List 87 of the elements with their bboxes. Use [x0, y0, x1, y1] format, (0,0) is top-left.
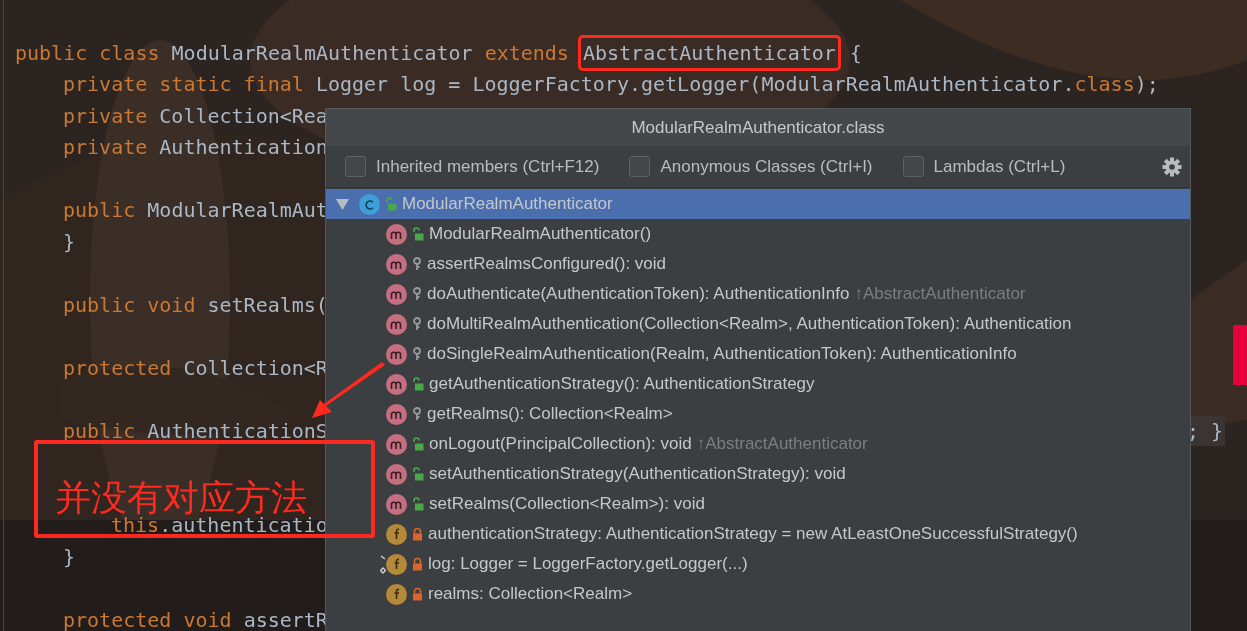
method-icon — [386, 343, 407, 365]
padlock-icon — [412, 527, 423, 541]
structure-tree-item[interactable]: doMultiRealmAuthentication(Collection<Realm>, AuthenticationToken): Authentication — [326, 309, 1190, 339]
method-icon — [386, 283, 407, 305]
unlocked-padlock-icon — [385, 197, 397, 211]
key-icon — [412, 347, 422, 361]
code-token: protected — [63, 354, 173, 382]
method-icon — [386, 433, 407, 455]
key-icon — [412, 257, 422, 271]
structure-tree-item[interactable]: setRealms(Collection<Realm>): void — [326, 489, 1190, 519]
code-token: private static final — [63, 71, 305, 99]
structure-tree-item[interactable]: assertRealmsConfigured(): void — [326, 249, 1190, 279]
structure-tree-item[interactable]: doAuthenticate(AuthenticationToken): AuthenticationInfo ↑AbstractAuthenticator — [326, 279, 1190, 309]
member-signature: log: Logger = LoggerFactory.getLogger(...) — [428, 553, 748, 576]
padlock-icon — [412, 557, 423, 571]
code-token: Logger log = LoggerFactory.getLogger(ModularRealmAuthenticator. — [315, 71, 1075, 99]
expand-triangle-icon[interactable] — [336, 198, 349, 210]
unlocked-padlock-icon — [412, 377, 424, 391]
unlocked-padlock-icon — [412, 227, 424, 241]
code-token: ModularRealmAut — [147, 197, 328, 225]
field-icon — [386, 583, 407, 605]
method-icon — [386, 403, 407, 425]
structure-tree-item[interactable]: ModularRealmAuthenticator() — [326, 219, 1190, 249]
filter-checkbox[interactable]: Lambdas (Ctrl+L) — [902, 153, 1066, 180]
member-signature: assertRealmsConfigured(): void — [427, 253, 667, 276]
code-token: } — [63, 228, 76, 256]
structure-tree-item[interactable]: getAuthenticationStrategy(): AuthenticationStrategy — [326, 369, 1190, 399]
member-signature: setRealms(Collection<Realm>): void — [429, 493, 705, 516]
unlocked-padlock-icon — [412, 497, 424, 511]
code-token: public void — [63, 291, 197, 319]
code-token: setRealms( — [207, 291, 328, 319]
code-token: Collection<R — [183, 354, 328, 382]
code-token: AbstractAuthenticator — [580, 37, 838, 68]
code-token: { — [848, 39, 862, 67]
code-token: ); — [1134, 71, 1159, 99]
member-signature: authenticationStrategy: AuthenticationStrategy = new AtLeastOneSuccessfulStrategy() — [428, 523, 1078, 546]
code-token: public — [63, 197, 137, 225]
structure-tree-item[interactable]: setAuthenticationStrategy(AuthenticationStrategy): void — [326, 459, 1190, 489]
method-icon — [386, 493, 407, 515]
class-icon — [359, 193, 380, 215]
filter-checkbox[interactable]: Inherited members (Ctrl+F12) — [345, 153, 600, 180]
annotation-text: 并没有对应方法 — [55, 480, 307, 516]
inherited-from-label: ↑AbstractAuthenticator — [854, 283, 1026, 306]
method-icon — [386, 253, 407, 275]
key-icon — [412, 317, 422, 331]
field-icon — [386, 523, 407, 545]
member-signature: ModularRealmAuthenticator — [402, 193, 613, 216]
member-signature: doAuthenticate(AuthenticationToken): AuthenticationInfo — [427, 283, 850, 306]
member-signature: realms: Collection<Realm> — [428, 583, 633, 606]
key-icon — [412, 287, 422, 301]
member-signature: ModularRealmAuthenticator() — [429, 223, 652, 246]
code-token: class — [1074, 71, 1135, 99]
code-token: public — [63, 417, 137, 445]
code-token: AuthenticationS — [147, 417, 328, 445]
method-icon — [386, 463, 407, 485]
code-token: private — [63, 102, 149, 130]
structure-tree-item[interactable]: log: Logger = LoggerFactory.getLogger(...) — [326, 549, 1190, 579]
field-icon — [386, 553, 407, 575]
code-token: } — [63, 543, 76, 571]
member-signature: doSingleRealmAuthentication(Realm, AuthenticationToken): AuthenticationInfo — [427, 343, 1017, 366]
structure-tree-item[interactable]: realms: Collection<Realm> — [326, 579, 1190, 609]
member-signature: getAuthenticationStrategy(): AuthenticationStrategy — [429, 373, 815, 396]
popup-title: ModularRealmAuthenticator.class — [631, 116, 885, 139]
code-token: extends — [484, 39, 570, 67]
padlock-icon — [412, 587, 423, 601]
code-token: Authentication — [159, 134, 328, 162]
inherited-from-label: ↑AbstractAuthenticator — [696, 433, 868, 456]
code-token: protected void — [63, 606, 233, 631]
code-token: assertR — [243, 606, 328, 631]
code-token: private — [63, 134, 149, 162]
settings-icon[interactable] — [1162, 156, 1182, 177]
code-token: Collection<Rea — [159, 102, 328, 130]
member-signature: setAuthenticationStrategy(AuthenticationStrategy): void — [429, 463, 846, 486]
code-token: ModularRealmAuthenticator — [171, 39, 474, 67]
member-signature: onLogout(PrincipalCollection): void — [429, 433, 692, 456]
code-token: public class — [15, 39, 161, 67]
method-icon — [386, 313, 407, 335]
filter-checkbox[interactable]: Anonymous Classes (Ctrl+I) — [629, 153, 873, 180]
member-signature: getRealms(): Collection<Realm> — [427, 403, 673, 426]
member-signature: doMultiRealmAuthentication(Collection<Realm>, AuthenticationToken): Authentication — [427, 313, 1072, 336]
unlocked-padlock-icon — [412, 467, 424, 481]
method-icon — [386, 223, 407, 245]
structure-tree-item[interactable]: doSingleRealmAuthentication(Realm, AuthenticationToken): AuthenticationInfo — [326, 339, 1190, 369]
key-icon — [412, 407, 422, 421]
unlocked-padlock-icon — [412, 437, 424, 451]
method-icon — [386, 373, 407, 395]
structure-tree-item[interactable]: authenticationStrategy: AuthenticationStrategy = new AtLeastOneSuccessfulStrategy() — [326, 519, 1190, 549]
